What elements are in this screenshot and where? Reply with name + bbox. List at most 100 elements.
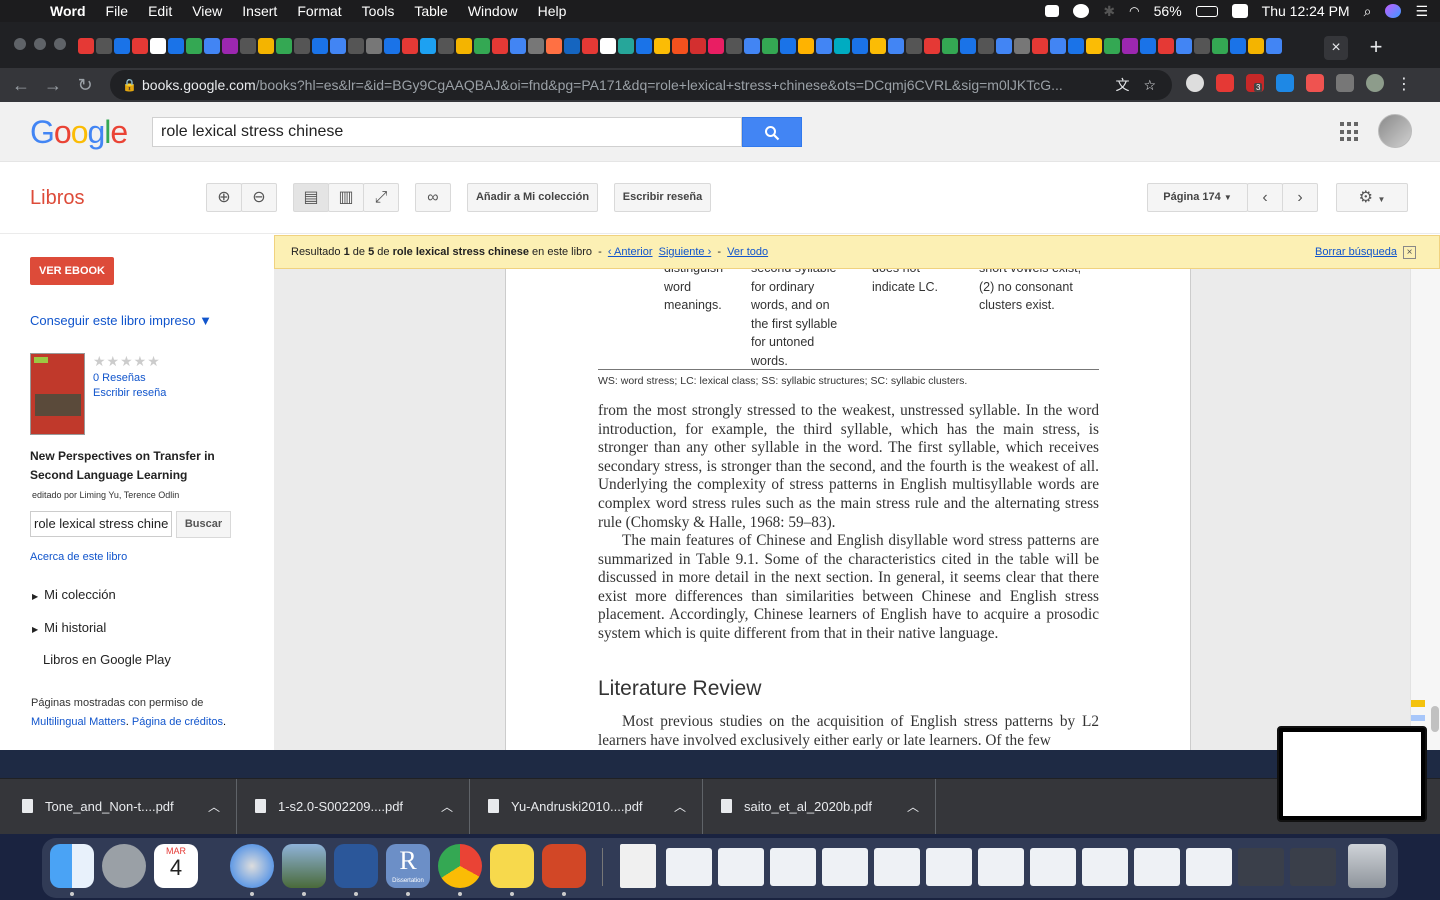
adblock-icon[interactable]: 3 bbox=[1246, 74, 1264, 92]
book-page-viewer[interactable]: distinguishword meanings. second syllable… bbox=[274, 269, 1410, 750]
minimized-window-thumbnail[interactable] bbox=[926, 848, 972, 886]
minimized-window-thumbnail[interactable] bbox=[666, 848, 712, 886]
pinned-tab-favicon[interactable] bbox=[834, 38, 850, 54]
powerpoint-icon[interactable] bbox=[542, 844, 586, 888]
input-source-icon[interactable] bbox=[1231, 4, 1248, 18]
account-avatar[interactable] bbox=[1378, 114, 1412, 148]
pinned-tab-favicon[interactable] bbox=[582, 38, 598, 54]
minimized-window-thumbnail[interactable] bbox=[1082, 848, 1128, 886]
preview-icon[interactable] bbox=[282, 844, 326, 888]
reviews-link[interactable]: 0 Reseñas bbox=[93, 372, 146, 384]
menu-format[interactable]: Format bbox=[287, 0, 351, 22]
pinned-tab-favicon[interactable] bbox=[96, 38, 112, 54]
menu-view[interactable]: View bbox=[182, 0, 232, 22]
browser-menu-icon[interactable]: ⋮ bbox=[1396, 74, 1412, 94]
pinned-tab-favicon[interactable] bbox=[1050, 38, 1066, 54]
write-review-link[interactable]: Escribir reseña bbox=[93, 387, 166, 399]
pinned-tab-favicon[interactable] bbox=[816, 38, 832, 54]
pinned-tab-favicon[interactable] bbox=[654, 38, 670, 54]
window-close-button[interactable] bbox=[14, 38, 26, 50]
pinned-tab-favicon[interactable] bbox=[762, 38, 778, 54]
pinned-tab-favicon[interactable] bbox=[366, 38, 382, 54]
menu-help[interactable]: Help bbox=[528, 0, 577, 22]
lock-icon[interactable]: 🔒 bbox=[122, 70, 137, 100]
view-ebook-button[interactable]: VER EBOOK bbox=[30, 257, 114, 285]
pinned-tab-favicon[interactable] bbox=[1212, 38, 1228, 54]
back-icon[interactable]: ← bbox=[8, 72, 34, 98]
google-search-button[interactable] bbox=[742, 117, 802, 147]
previous-page-icon[interactable]: ‹ bbox=[1247, 183, 1283, 212]
pinned-tab-favicon[interactable] bbox=[456, 38, 472, 54]
books-section-title[interactable]: Libros bbox=[30, 187, 84, 210]
pinned-tab-favicon[interactable] bbox=[132, 38, 148, 54]
pinned-tab-favicon[interactable] bbox=[222, 38, 238, 54]
pinned-tab-favicon[interactable] bbox=[240, 38, 256, 54]
pinned-tab-favicon[interactable] bbox=[204, 38, 220, 54]
calendar-icon[interactable]: MAR 4 bbox=[154, 844, 198, 888]
book-cover-image[interactable] bbox=[30, 353, 85, 435]
two-page-view-icon[interactable]: ▥ bbox=[328, 183, 364, 212]
in-book-search-button[interactable]: Buscar bbox=[176, 511, 231, 538]
zoom-out-icon[interactable]: ⊖ bbox=[241, 183, 277, 212]
previous-result-link[interactable]: ‹ Anterior bbox=[608, 246, 653, 258]
download-item[interactable]: saito_et_al_2020b.pdf ︿ bbox=[703, 779, 936, 835]
pinned-tab-favicon[interactable] bbox=[114, 38, 130, 54]
pinned-tab-favicon[interactable] bbox=[78, 38, 94, 54]
view-all-link[interactable]: Ver todo bbox=[727, 246, 768, 258]
video-record-icon[interactable] bbox=[1306, 74, 1324, 92]
download-item[interactable]: Tone_and_Non-t....pdf ︿ bbox=[0, 779, 237, 835]
fullscreen-icon[interactable]: ⤢ bbox=[363, 183, 399, 212]
extensions-puzzle-icon[interactable] bbox=[1336, 74, 1354, 92]
chevron-up-icon[interactable]: ︿ bbox=[441, 779, 453, 835]
pinned-tab-favicon[interactable] bbox=[1140, 38, 1156, 54]
chevron-up-icon[interactable]: ︿ bbox=[907, 779, 919, 835]
add-to-collection-button[interactable]: Añadir a Mi colección bbox=[467, 183, 598, 212]
menu-table[interactable]: Table bbox=[404, 0, 457, 22]
pinned-tab-favicon[interactable] bbox=[906, 38, 922, 54]
get-print-book-link[interactable]: Conseguir este libro impreso ▼ bbox=[30, 313, 212, 328]
menu-tools[interactable]: Tools bbox=[352, 0, 405, 22]
pinned-tab-favicon[interactable] bbox=[600, 38, 616, 54]
minimized-window-thumbnail[interactable] bbox=[1186, 848, 1232, 886]
pinned-tab-favicon[interactable] bbox=[708, 38, 724, 54]
pinned-tab-favicon[interactable] bbox=[528, 38, 544, 54]
link-icon[interactable]: ∞ bbox=[415, 183, 451, 212]
screen-capture-icon[interactable] bbox=[1276, 74, 1294, 92]
window-zoom-button[interactable] bbox=[54, 38, 66, 50]
pinned-tab-favicon[interactable] bbox=[384, 38, 400, 54]
next-result-link[interactable]: Siguiente › bbox=[659, 246, 712, 258]
menu-file[interactable]: File bbox=[96, 0, 139, 22]
status-m-icon[interactable] bbox=[1073, 4, 1090, 18]
extension-face-icon[interactable] bbox=[1186, 74, 1204, 92]
clear-search-link[interactable]: Borrar búsqueda bbox=[1315, 236, 1397, 268]
chevron-up-icon[interactable]: ︿ bbox=[208, 779, 220, 835]
google-logo[interactable]: Google bbox=[30, 114, 128, 151]
minimized-window-thumbnail[interactable] bbox=[770, 848, 816, 886]
pinned-tab-favicon[interactable] bbox=[726, 38, 742, 54]
pinned-tab-favicon[interactable] bbox=[564, 38, 580, 54]
trash-icon[interactable] bbox=[1348, 844, 1386, 888]
settings-gear-icon[interactable]: ⚙ ▼ bbox=[1336, 183, 1408, 212]
word-icon[interactable] bbox=[334, 844, 378, 888]
bookmark-star-icon[interactable]: ☆ bbox=[1143, 70, 1156, 100]
pinned-tab-favicon[interactable] bbox=[618, 38, 634, 54]
translate-icon[interactable]: 文 bbox=[1115, 70, 1129, 100]
pinned-tab-favicon[interactable] bbox=[852, 38, 868, 54]
chrome-icon[interactable] bbox=[438, 844, 482, 888]
siri-icon[interactable] bbox=[1385, 4, 1402, 18]
pinned-tab-favicon[interactable] bbox=[1104, 38, 1120, 54]
pinned-tab-favicon[interactable] bbox=[1014, 38, 1030, 54]
window-minimize-button[interactable] bbox=[34, 38, 46, 50]
wifi-icon[interactable]: ◠ bbox=[1129, 4, 1139, 18]
pinned-tab-favicon[interactable] bbox=[546, 38, 562, 54]
pinned-tab-favicon[interactable] bbox=[1068, 38, 1084, 54]
pinned-tab-favicon[interactable] bbox=[348, 38, 364, 54]
my-history-item[interactable]: ▶ Mi historial bbox=[32, 620, 106, 635]
finder-icon[interactable] bbox=[50, 844, 94, 888]
minimized-window-thumbnail[interactable] bbox=[822, 848, 868, 886]
minimized-window-thumbnail[interactable] bbox=[874, 848, 920, 886]
pinned-tab-favicon[interactable] bbox=[798, 38, 814, 54]
pinned-tab-favicon[interactable] bbox=[1248, 38, 1264, 54]
notification-center-icon[interactable]: ☰ bbox=[1415, 3, 1428, 20]
rating-stars[interactable]: ★★★★★ bbox=[93, 353, 161, 370]
